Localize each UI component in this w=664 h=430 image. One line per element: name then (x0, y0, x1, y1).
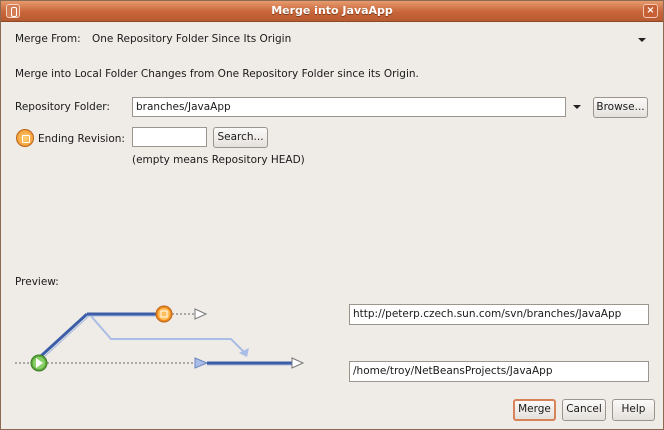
merge-from-dropdown[interactable]: One Repository Folder Since Its Origin (92, 33, 291, 45)
preview-local-path-field[interactable]: /home/troy/NetBeansProjects/JavaApp (349, 361, 649, 382)
search-button[interactable]: Search... (213, 127, 268, 148)
repository-folder-input[interactable]: branches/JavaApp (132, 97, 566, 117)
merge-description: Merge into Local Folder Changes from One… (15, 68, 419, 80)
ending-revision-label: Ending Revision: (38, 133, 125, 145)
close-icon[interactable]: × (643, 4, 658, 18)
merge-from-chevron-down-icon[interactable] (638, 38, 646, 42)
merge-from-label: Merge From: (15, 33, 81, 45)
help-button[interactable]: Help (612, 399, 655, 421)
browse-button[interactable]: Browse... (593, 97, 648, 118)
preview-remote-url-field[interactable]: http://peterp.czech.sun.com/svn/branches… (349, 304, 649, 325)
merge-preview-diagram (15, 305, 305, 372)
preview-label: Preview: (15, 276, 59, 288)
merge-button[interactable]: Merge (513, 399, 556, 421)
ending-revision-hint: (empty means Repository HEAD) (132, 154, 305, 166)
cancel-button[interactable]: Cancel (562, 399, 606, 421)
title-bar: Merge into JavaApp × (1, 1, 663, 22)
revision-icon (16, 129, 34, 147)
ending-revision-input[interactable] (132, 127, 207, 147)
window-title: Merge into JavaApp (271, 4, 393, 17)
repository-folder-chevron-down-icon[interactable] (573, 105, 581, 109)
repository-folder-label: Repository Folder: (15, 101, 110, 113)
merge-dialog: Merge into JavaApp × Merge From: One Rep… (0, 0, 664, 430)
